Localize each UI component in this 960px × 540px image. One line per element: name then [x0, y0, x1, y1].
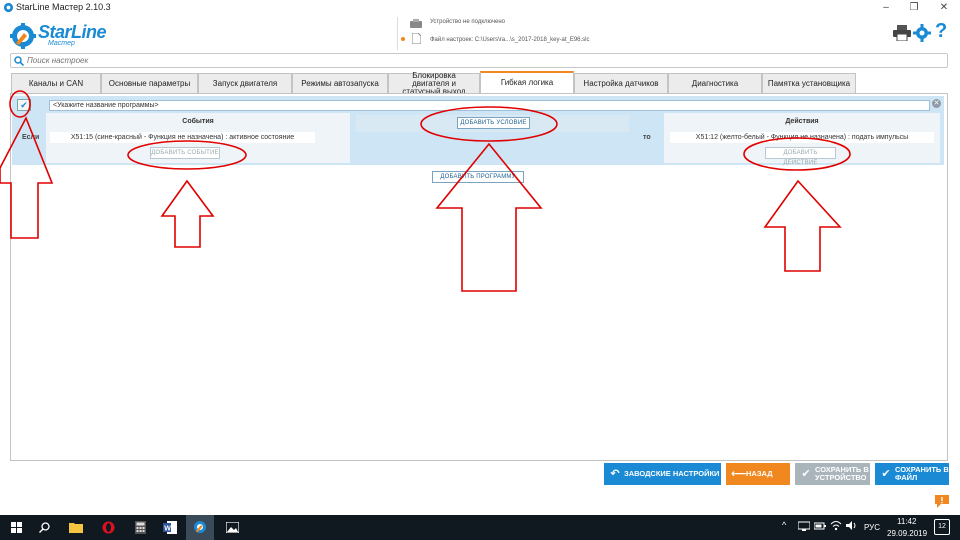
tab-main-params[interactable]: Основные параметры: [101, 73, 198, 93]
search-input[interactable]: [27, 54, 927, 67]
then-label: то: [643, 134, 651, 141]
file-modified-dot: [401, 37, 405, 41]
tab-channels-can[interactable]: Каналы и CAN: [11, 73, 101, 93]
maximize-button[interactable]: ❐: [900, 0, 928, 16]
gear-icon[interactable]: [913, 24, 931, 42]
back-label: НАЗАД: [746, 469, 773, 478]
starline-gear-logo-icon: [10, 23, 36, 49]
tab-diagnostics[interactable]: Диагностика: [668, 73, 762, 93]
notifications-icon[interactable]: 12: [934, 519, 950, 535]
factory-settings-label: ЗАВОДСКИЕ НАСТРОЙКИ: [624, 469, 720, 478]
add-event-button[interactable]: ДОБАВИТЬ СОБЫТИЕ: [150, 147, 220, 159]
add-condition-button[interactable]: ДОБАВИТЬ УСЛОВИЕ: [457, 117, 530, 129]
add-action-button[interactable]: ДОБАВИТЬ ДЕЙСТВИЕ: [765, 147, 836, 166]
language-indicator[interactable]: РУС: [864, 523, 880, 532]
if-label: Если: [22, 134, 40, 141]
search-taskbar-icon[interactable]: [30, 515, 58, 540]
search-box[interactable]: [10, 53, 948, 68]
program-enable-checkbox[interactable]: ✔: [17, 99, 31, 111]
save-to-device-label: СОХРАНИТЬ В УСТРОЙСТВО: [815, 465, 869, 482]
clock-date[interactable]: 29.09.2019: [887, 529, 927, 538]
app-logo-icon: [3, 2, 14, 13]
tab-installer-notes[interactable]: Памятка установщика: [762, 73, 856, 93]
check-icon: ✔: [801, 468, 811, 480]
factory-reset-icon: ↶: [610, 468, 620, 480]
battery-icon[interactable]: [814, 521, 826, 531]
minimize-button[interactable]: –: [872, 0, 900, 16]
brand-logo: StarLine Мастер: [10, 22, 110, 50]
device-icon: [410, 19, 422, 28]
delete-program-icon[interactable]: ✕: [932, 99, 941, 108]
add-program-button[interactable]: ДОБАВИТЬ ПРОГРАММУ: [432, 171, 524, 183]
tab-engine-block[interactable]: Блокировка двигателя и статусный выход: [388, 71, 480, 95]
tray-chevron-icon[interactable]: ^: [782, 520, 786, 530]
events-header: События: [182, 118, 214, 125]
tab-autostart-modes[interactable]: Режимы автозапуска: [292, 73, 388, 93]
save-to-file-button[interactable]: ✔ СОХРАНИТЬ В ФАЙЛ: [875, 463, 949, 485]
brand-subtitle: Мастер: [48, 40, 75, 47]
event-item[interactable]: X51:15 (сине-красный - Функция не назнач…: [50, 132, 315, 143]
device-status: Устройство не подключено: [430, 19, 506, 25]
clock-time[interactable]: 11:42: [897, 517, 916, 526]
starline-master-task-icon[interactable]: [186, 515, 214, 540]
word-icon[interactable]: W: [156, 515, 184, 540]
action-item[interactable]: X51:12 (желто-белый - Функция не назначе…: [670, 132, 934, 143]
program-name-input[interactable]: <Укажите название программы>: [49, 100, 930, 111]
save-to-device-button[interactable]: ✔ СОХРАНИТЬ В УСТРОЙСТВО: [795, 463, 870, 485]
opera-icon[interactable]: [94, 515, 122, 540]
back-button[interactable]: ⟵ НАЗАД: [726, 463, 790, 485]
question-icon[interactable]: ?: [935, 20, 947, 43]
photos-icon[interactable]: [218, 515, 246, 540]
settings-file-path: Файл настроек: C:\Users\ra...\s_2017-201…: [430, 37, 590, 43]
tab-flexible-logic[interactable]: Гибкая логика: [480, 71, 574, 93]
check-icon: ✔: [881, 468, 891, 480]
window-title: StarLine Мастер 2.10.3: [16, 2, 111, 12]
actions-header: Действия: [785, 118, 819, 125]
calculator-icon[interactable]: [126, 515, 154, 540]
windows-start-icon[interactable]: [2, 515, 30, 540]
tab-sensor-settings[interactable]: Настройка датчиков: [574, 73, 668, 93]
save-to-file-label: СОХРАНИТЬ В ФАЙЛ: [895, 465, 949, 482]
file-explorer-icon[interactable]: [62, 515, 90, 540]
notifications-count: 12: [938, 523, 946, 530]
close-window-button[interactable]: ✕: [930, 0, 958, 16]
printer-icon[interactable]: [893, 25, 911, 41]
arrow-left-icon: ⟵: [731, 468, 747, 480]
factory-settings-button[interactable]: ↶ ЗАВОДСКИЕ НАСТРОЙКИ: [604, 463, 721, 485]
title-bar: StarLine Мастер 2.10.3 – ❐ ✕: [0, 0, 960, 16]
volume-icon[interactable]: [846, 520, 858, 531]
wifi-icon[interactable]: [830, 520, 842, 531]
chat-icon[interactable]: [934, 494, 950, 509]
tab-engine-start[interactable]: Запуск двигателя: [198, 73, 292, 93]
search-icon: [14, 56, 24, 66]
file-icon: [412, 33, 421, 44]
network-icon[interactable]: [798, 521, 810, 531]
svg-text:W: W: [164, 525, 171, 532]
